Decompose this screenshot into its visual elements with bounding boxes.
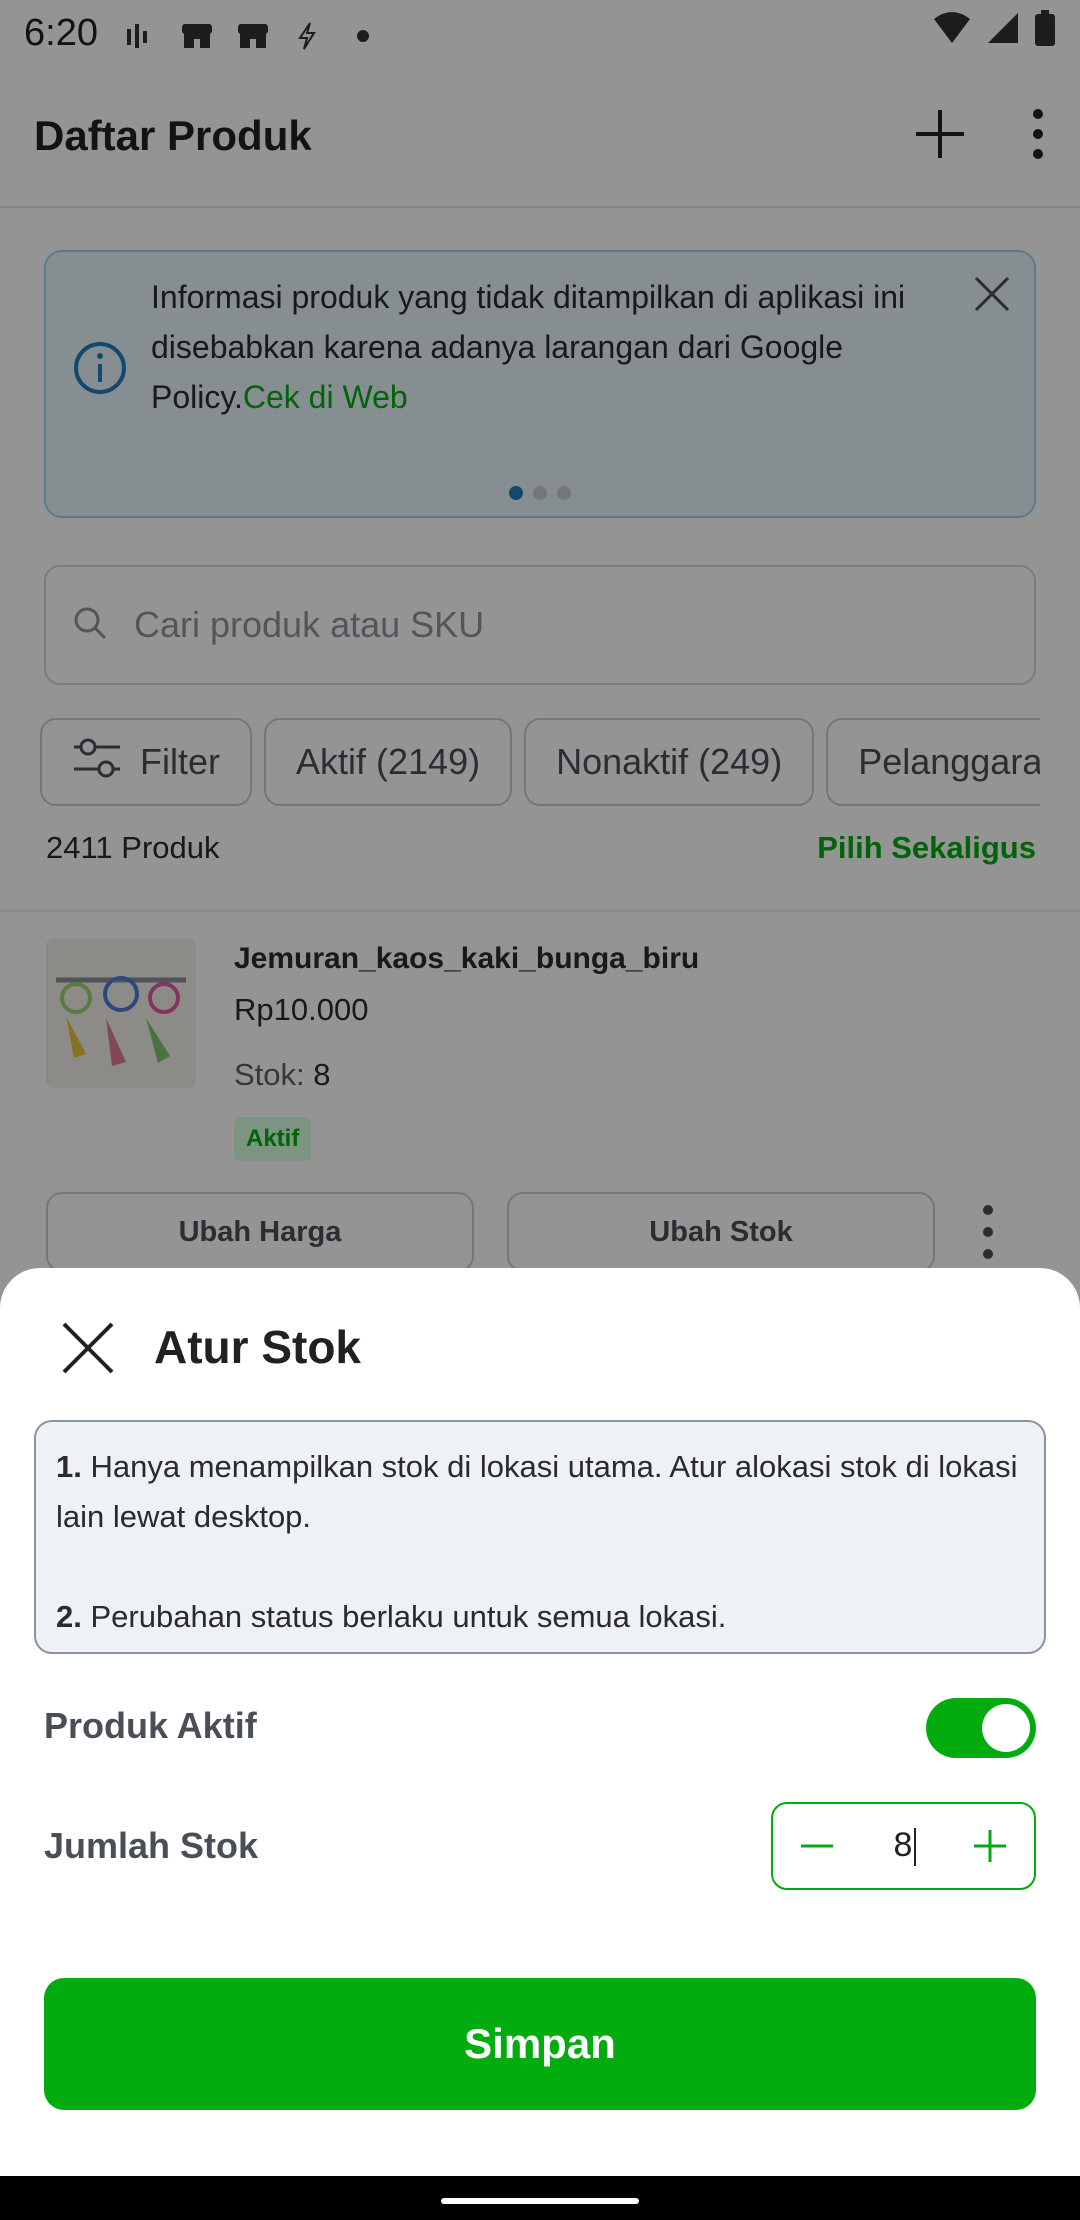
active-product-toggle[interactable] bbox=[926, 1698, 1036, 1758]
stock-bottom-sheet: Atur Stok 1. Hanya menampilkan stok di l… bbox=[0, 1268, 1080, 2176]
active-product-label: Produk Aktif bbox=[44, 1705, 257, 1746]
save-button[interactable]: Simpan bbox=[44, 1978, 1036, 2110]
close-icon[interactable] bbox=[60, 1320, 116, 1376]
quantity-stepper: 8 bbox=[771, 1802, 1036, 1890]
notice-item: 1. Hanya menampilkan stok di lokasi utam… bbox=[56, 1449, 1018, 1534]
notice-item: 2. Perubahan status berlaku untuk semua … bbox=[56, 1599, 727, 1634]
home-gesture-handle[interactable] bbox=[441, 2198, 639, 2204]
text-caret bbox=[914, 1828, 917, 1867]
plus-icon[interactable] bbox=[962, 1818, 1018, 1874]
system-nav-bar bbox=[0, 2176, 1080, 2220]
stock-quantity-label: Jumlah Stok bbox=[44, 1825, 259, 1866]
toggle-knob bbox=[982, 1704, 1030, 1752]
sheet-title: Atur Stok bbox=[154, 1321, 361, 1373]
minus-icon[interactable] bbox=[789, 1818, 845, 1874]
stock-quantity-input[interactable]: 8 bbox=[853, 1826, 957, 1867]
stock-notice: 1. Hanya menampilkan stok di lokasi utam… bbox=[34, 1420, 1046, 1654]
